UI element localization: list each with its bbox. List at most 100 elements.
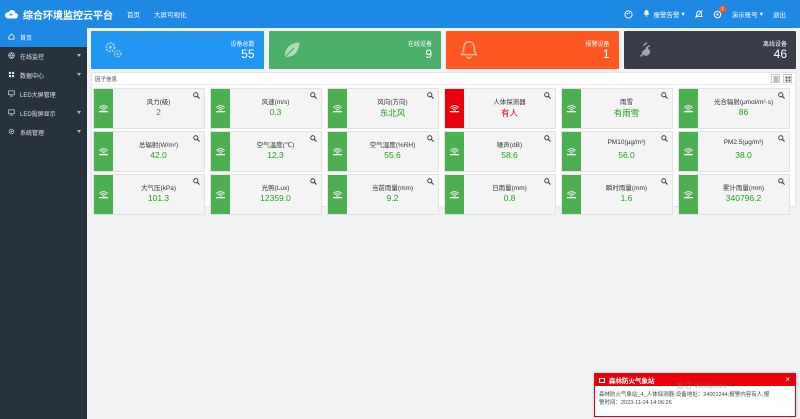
sensor-name: 风速(m/s) [261,99,290,106]
wifi-signal-icon [332,146,343,156]
sensor-card[interactable]: 空气湿度(%RH) 55.6 [327,131,439,172]
sidebar-item-data-center[interactable]: 数据中心 [0,66,87,85]
grid-view-button[interactable] [783,74,792,83]
palette-button[interactable] [624,9,634,19]
sensor-value: 12.3 [267,150,284,160]
stat-online-devices[interactable]: 在线设备 9 [268,31,441,69]
search-icon[interactable] [193,135,200,142]
sensor-value: 58.6 [501,150,518,160]
list-view-button[interactable] [771,74,780,83]
nav-big-screen[interactable]: 大屏可视化 [147,9,194,19]
search-icon[interactable] [778,135,785,142]
stat-value: 9 [425,47,432,61]
sensor-status-block [94,175,113,214]
sensor-name: 噪声(dB) [496,142,523,149]
search-icon[interactable] [193,92,200,99]
search-icon[interactable] [544,178,551,185]
search-icon[interactable] [427,178,434,185]
chevron-down-icon: ▾ [759,11,763,18]
chevron-down-icon [77,111,81,114]
sensor-card[interactable]: 当前雨量(mm) 9.2 [327,174,439,215]
search-icon[interactable] [193,178,200,185]
grid-icon [7,71,15,80]
wifi-signal-icon [566,103,577,113]
wifi-signal-icon [683,189,694,199]
sensor-card[interactable]: 空气温度(℃) 12.3 [210,131,322,172]
close-icon[interactable]: × [785,375,790,384]
sensor-card[interactable]: 雨雪 有雨雪 [561,88,673,129]
sensor-card[interactable]: PM10(μg/m³) 56.0 [561,131,673,172]
sidebar-item-online-monitor[interactable]: 在线监控 [0,47,87,66]
sensor-card[interactable]: 风向(方向) 东北风 [327,88,439,129]
sensor-status-block [679,175,698,214]
list-icon [773,76,778,81]
sidebar-item-label: 系统管理 [20,131,45,137]
sensor-card[interactable]: 光照(Lux) 12359.0 [210,174,322,215]
notification-badge: 1 [719,5,726,12]
search-icon[interactable] [661,135,668,142]
user-menu[interactable]: 演示账号 ▾ [732,9,763,19]
sidebar-item-label: 在线监控 [20,55,45,61]
sensor-card[interactable]: PM2.5(μg/m³) 38.0 [678,131,790,172]
logout-link[interactable]: 退出 [773,9,786,19]
sidebar-item-system[interactable]: 系统管理 [0,123,87,142]
top-right-tools: 报警告警 ▾ 1 演示账号 ▾ 退出 [614,0,786,28]
search-icon[interactable] [544,92,551,99]
sidebar: 首页 在线监控 数据中心 LED大屏管理 LED投屏显示 系统管理 [0,28,87,419]
notification-title: 森林防火气象站 [609,378,655,385]
sensor-name: 空气温度(℃) [256,142,295,149]
sensor-name: 空气湿度(%RH) [369,142,416,149]
sensor-card[interactable]: 风力(级) 2 [93,88,205,129]
sensor-card[interactable]: 总辐射(W/m²) 42.0 [93,131,205,172]
sensor-card[interactable]: 人体探测器 有人 [444,88,556,129]
mute-button[interactable] [694,9,703,19]
sensor-value: 101.3 [147,193,170,203]
sidebar-item-home[interactable]: 首页 [0,28,87,47]
alarm-menu[interactable]: 报警告警 ▾ [643,9,685,19]
sensor-card[interactable]: 瞬时雨量(mm) 1.6 [561,174,673,215]
nav-home[interactable]: 首页 [120,9,147,19]
search-icon[interactable] [544,135,551,142]
search-icon[interactable] [310,92,317,99]
search-icon[interactable] [310,135,317,142]
sensor-name: 日雨量(mm) [492,185,527,192]
top-nav: 首页 大屏可视化 [120,0,194,28]
stat-alarm-devices[interactable]: 报警设备 1 [446,31,619,69]
search-icon[interactable] [427,135,434,142]
stat-offline-devices[interactable]: 离线设备 46 [623,31,796,69]
sidebar-item-led-cast[interactable]: LED投屏显示 [0,104,87,123]
sidebar-item-label: LED投屏显示 [20,112,56,118]
grid-icon [785,76,790,81]
search-icon[interactable] [778,178,785,185]
search-icon[interactable] [661,92,668,99]
search-icon[interactable] [427,92,434,99]
sensor-card[interactable]: 噪声(dB) 58.6 [444,131,556,172]
sensor-card[interactable]: 日雨量(mm) 0.8 [444,174,556,215]
sensor-value: 12359.0 [260,193,291,203]
top-bar: 综合环境监控云平台 首页 大屏可视化 报警告警 ▾ 1 演示账号 ▾ 退出 [0,0,800,28]
sensor-card[interactable]: 大气压(kPa) 101.3 [93,174,205,215]
bell-icon [460,41,478,59]
search-icon[interactable] [310,178,317,185]
sidebar-item-led-manage[interactable]: LED大屏管理 [0,85,87,104]
sensor-name: 风力(级) [146,99,171,106]
plug-icon [639,42,650,58]
sensor-name: 雨雪 [620,99,633,106]
sensor-value: 1.6 [620,193,633,203]
sensor-card[interactable]: 光合辐射(μmol/m²·s) 86 [678,88,790,129]
sensor-card[interactable]: 累计雨量(mm) 340796.2 [678,174,790,215]
sensor-status-block [562,89,581,128]
sensor-card[interactable]: 风速(m/s) 0.3 [210,88,322,129]
notification-button[interactable]: 1 [713,5,726,19]
brand: 综合环境监控云平台 [0,0,113,28]
sensor-name: 光合辐射(μmol/m²·s) [713,99,774,106]
sensor-status-block [211,175,230,214]
sensor-value: 55.6 [384,150,401,160]
wifi-signal-icon [332,189,343,199]
stat-total-devices[interactable]: 设备总数 55 [91,31,264,69]
search-icon[interactable] [661,178,668,185]
sensor-status-block [445,175,464,214]
cloud-logo-icon [4,9,18,19]
search-icon[interactable] [778,92,785,99]
wifi-signal-icon [683,103,694,113]
